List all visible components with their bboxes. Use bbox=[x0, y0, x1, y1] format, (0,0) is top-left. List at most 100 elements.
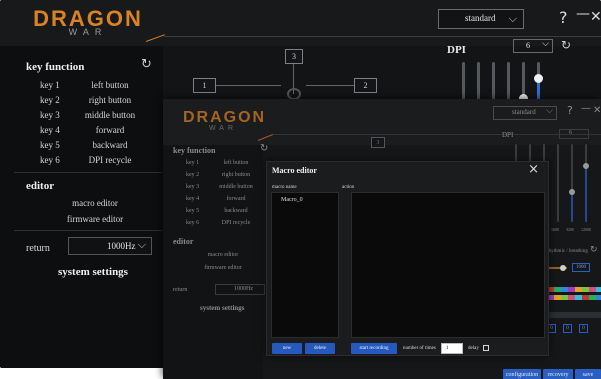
start-recording-button[interactable]: start recording bbox=[351, 343, 397, 354]
key-value[interactable]: DPI recycle bbox=[216, 220, 256, 226]
dpi-slider-fill bbox=[571, 192, 573, 222]
key-label: key 3 bbox=[40, 110, 60, 120]
brightness-knob[interactable] bbox=[560, 265, 566, 271]
help-button[interactable]: ? bbox=[567, 104, 573, 117]
key-value[interactable]: forward bbox=[80, 125, 140, 135]
configuration-button[interactable]: configuration bbox=[503, 369, 541, 379]
dpi-level-select[interactable]: 6 ⌵ bbox=[513, 39, 553, 53]
connector-line bbox=[216, 85, 281, 86]
key-3-marker[interactable]: 3 bbox=[371, 137, 385, 148]
dpi-slider-knob[interactable] bbox=[569, 189, 575, 196]
refresh-icon[interactable]: ↻ bbox=[590, 245, 598, 255]
key-1-marker[interactable]: 1 bbox=[193, 78, 216, 93]
dpi-label: DPI bbox=[502, 131, 514, 139]
key-value[interactable]: backward bbox=[216, 208, 256, 214]
close-button[interactable]: ✕ bbox=[590, 9, 601, 25]
color-swatch[interactable] bbox=[589, 287, 596, 292]
divider bbox=[14, 230, 162, 231]
green-value[interactable]: 0 bbox=[563, 324, 572, 333]
color-swatch[interactable] bbox=[568, 295, 575, 300]
key-value[interactable]: left button bbox=[80, 80, 140, 90]
color-swatch[interactable] bbox=[575, 287, 582, 292]
accent-line bbox=[164, 36, 601, 37]
help-button[interactable]: ? bbox=[559, 8, 568, 27]
key-label: key 3 bbox=[186, 184, 200, 190]
system-settings-link[interactable]: system settings bbox=[200, 304, 245, 312]
key-value[interactable]: backward bbox=[80, 140, 140, 150]
key-3-marker[interactable]: 3 bbox=[285, 49, 303, 64]
key-label: key 2 bbox=[186, 172, 200, 178]
recovery-button[interactable]: recovery bbox=[543, 369, 573, 379]
key-value[interactable]: right button bbox=[216, 172, 256, 178]
color-slider[interactable] bbox=[547, 312, 601, 318]
dpi-level-select[interactable]: 6 bbox=[559, 129, 589, 139]
return-label: return bbox=[173, 287, 188, 293]
logo-wordmark: DRAGON bbox=[183, 109, 267, 126]
key-value[interactable]: DPI recycle bbox=[80, 155, 140, 165]
refresh-icon[interactable]: ↻ bbox=[260, 143, 268, 154]
key-value[interactable]: right button bbox=[80, 95, 140, 105]
refresh-icon[interactable]: ↻ bbox=[561, 38, 571, 52]
dpi-level-value: 6 bbox=[526, 41, 530, 50]
dpi-label: DPI bbox=[447, 44, 466, 56]
macro-name-header: macro name bbox=[272, 185, 297, 190]
key-2-marker[interactable]: 2 bbox=[354, 78, 377, 93]
color-swatch[interactable] bbox=[575, 295, 582, 300]
minimize-button[interactable]: — bbox=[581, 103, 591, 114]
action-header: action bbox=[342, 185, 355, 190]
dpi-slider-knob[interactable] bbox=[583, 162, 589, 169]
chevron-down-icon: ⌵ bbox=[542, 39, 549, 49]
key-value[interactable]: middle button bbox=[216, 184, 256, 190]
color-swatch[interactable] bbox=[568, 287, 575, 292]
number-of-times-label: number of times bbox=[403, 346, 436, 351]
minimize-button[interactable]: — bbox=[576, 6, 590, 22]
color-swatch[interactable] bbox=[561, 295, 568, 300]
key-label: key 5 bbox=[40, 140, 60, 150]
color-swatch[interactable] bbox=[554, 295, 561, 300]
return-rate-select[interactable]: 1000Hz ⌵ bbox=[68, 237, 152, 255]
color-swatch[interactable] bbox=[589, 295, 596, 300]
close-icon[interactable]: × bbox=[528, 162, 539, 177]
accent-line bbox=[273, 134, 601, 135]
blue-value[interactable]: 0 bbox=[579, 324, 588, 333]
key-value[interactable]: middle button bbox=[80, 110, 140, 120]
color-swatch[interactable] bbox=[582, 287, 589, 292]
delay-checkbox[interactable] bbox=[483, 345, 489, 351]
dpi-slider-knob[interactable] bbox=[534, 74, 543, 84]
return-rate-select[interactable]: 1000Hz bbox=[215, 284, 265, 295]
color-swatch[interactable] bbox=[596, 295, 601, 300]
dpi-slider-track[interactable] bbox=[557, 144, 559, 222]
macro-list[interactable]: Macro_0 bbox=[271, 192, 339, 338]
dpi-slider-fill bbox=[585, 165, 587, 222]
close-button[interactable]: ✕ bbox=[593, 105, 601, 116]
key-value[interactable]: forward bbox=[216, 196, 256, 202]
firmware-editor-link[interactable]: firmware editor bbox=[50, 214, 140, 224]
number-of-times-input[interactable]: 1 bbox=[441, 343, 463, 354]
macro-editor-link[interactable]: macro editor bbox=[193, 252, 253, 258]
chevron-down-icon: ⌵ bbox=[137, 238, 146, 251]
new-macro-button[interactable]: new bbox=[272, 343, 302, 354]
system-settings-link[interactable]: system settings bbox=[58, 266, 128, 278]
key-function-title: key function bbox=[26, 61, 85, 73]
color-swatch[interactable] bbox=[561, 287, 568, 292]
logo: DRAGON WAR bbox=[33, 8, 143, 38]
logo: DRAGON WAR bbox=[183, 109, 267, 133]
brightness-value[interactable]: 1000 bbox=[572, 263, 590, 272]
editor-title: editor bbox=[26, 180, 55, 192]
chevron-down-icon: ⌵ bbox=[546, 106, 553, 116]
refresh-icon[interactable]: ↻ bbox=[141, 57, 152, 72]
dialog-title: Macro editor bbox=[272, 166, 317, 175]
color-swatch[interactable] bbox=[554, 287, 561, 292]
delete-macro-button[interactable]: delete bbox=[305, 343, 335, 354]
color-swatch[interactable] bbox=[582, 295, 589, 300]
macro-editor-link[interactable]: macro editor bbox=[50, 198, 140, 208]
firmware-editor-link[interactable]: firmware editor bbox=[193, 265, 253, 271]
key-value[interactable]: left button bbox=[216, 160, 256, 166]
macro-list-item[interactable]: Macro_0 bbox=[281, 197, 303, 203]
action-list[interactable] bbox=[351, 192, 545, 338]
profile-select[interactable]: standard ⌵ bbox=[493, 106, 557, 120]
profile-select[interactable]: standard ⌵ bbox=[438, 9, 524, 29]
save-button[interactable]: save bbox=[575, 369, 601, 379]
color-swatch[interactable] bbox=[596, 287, 601, 292]
chevron-down-icon: ⌵ bbox=[508, 12, 517, 25]
